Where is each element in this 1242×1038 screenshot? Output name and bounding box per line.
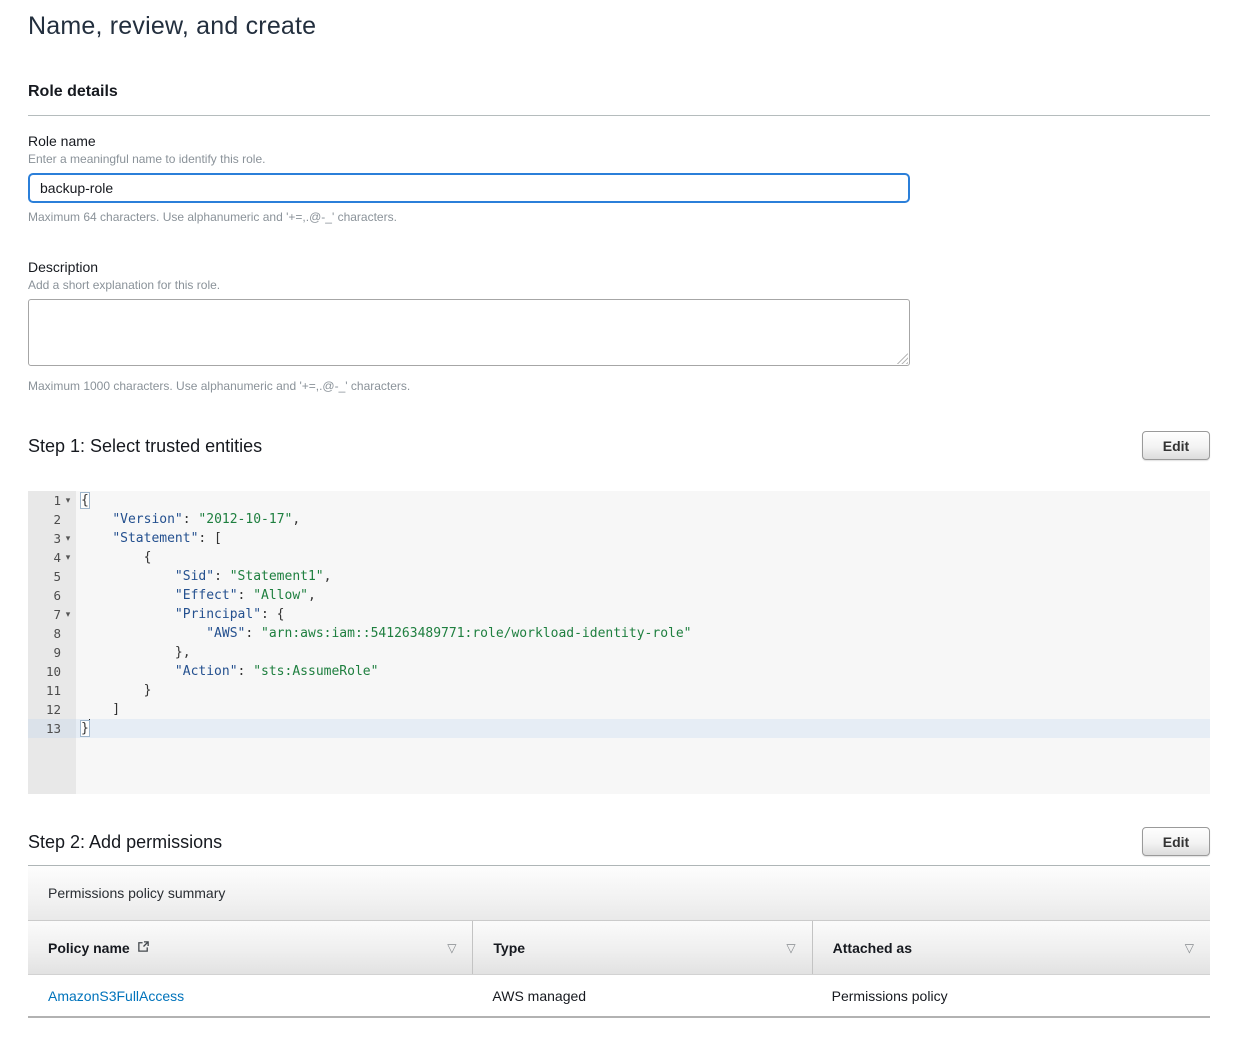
role-name-input[interactable]	[28, 173, 910, 203]
editor-line[interactable]: 4▾ {	[28, 548, 1210, 567]
editor-line[interactable]: 7▾ "Principal": {	[28, 605, 1210, 624]
external-link-icon	[137, 940, 150, 956]
editor-line[interactable]: 3▾ "Statement": [	[28, 529, 1210, 548]
description-label: Description	[28, 259, 1210, 275]
line-number: 8	[28, 624, 76, 643]
trust-policy-json-editor[interactable]: 1▾{2 "Version": "2012-10-17",3▾ "Stateme…	[28, 491, 1210, 794]
fold-arrow-icon[interactable]: ▾	[62, 548, 74, 567]
editor-line[interactable]: 6 "Effect": "Allow",	[28, 586, 1210, 605]
permissions-table: Policy name ▽ Type ▽ Attached	[28, 921, 1210, 1018]
editor-code-text[interactable]: "Effect": "Allow",	[76, 586, 1210, 605]
step1-edit-button[interactable]: Edit	[1142, 431, 1210, 460]
gutter-area	[28, 738, 76, 794]
step2-header: Step 2: Add permissions Edit	[28, 827, 1210, 856]
column-header-policy-name: Policy name ▽	[28, 921, 472, 974]
editor-code-text[interactable]: ]	[76, 700, 1210, 719]
editor-code-text[interactable]: "Sid": "Statement1",	[76, 567, 1210, 586]
line-number: 6	[28, 586, 76, 605]
editor-line[interactable]: 12 ]	[28, 700, 1210, 719]
line-number: 2	[28, 510, 76, 529]
column-label: Type	[493, 940, 525, 956]
line-number: 4▾	[28, 548, 76, 567]
policy-name-cell: AmazonS3FullAccess	[28, 975, 472, 1016]
page-title: Name, review, and create	[28, 12, 1210, 41]
role-name-constraint: Maximum 64 characters. Use alphanumeric …	[28, 210, 1210, 224]
policy-type-cell: AWS managed	[472, 975, 811, 1016]
editor-code-text[interactable]: "Principal": {	[76, 605, 1210, 624]
resize-handle-icon[interactable]	[897, 353, 908, 364]
step2-heading: Step 2: Add permissions	[28, 827, 222, 853]
step2-edit-button[interactable]: Edit	[1142, 827, 1210, 856]
editor-line[interactable]: 13}	[28, 719, 1210, 738]
editor-line[interactable]: 1▾{	[28, 491, 1210, 510]
line-number: 5	[28, 567, 76, 586]
attached-as-cell: Permissions policy	[812, 975, 1210, 1016]
column-label: Policy name	[48, 940, 130, 956]
description-field: Description Add a short explanation for …	[28, 259, 1210, 393]
column-sort-icon[interactable]: ▽	[786, 941, 795, 955]
editor-line[interactable]: 10 "Action": "sts:AssumeRole"	[28, 662, 1210, 681]
line-number: 7▾	[28, 605, 76, 624]
policy-link[interactable]: AmazonS3FullAccess	[48, 988, 184, 1004]
editor-line[interactable]: 8 "AWS": "arn:aws:iam::541263489771:role…	[28, 624, 1210, 643]
column-sort-icon[interactable]: ▽	[1185, 941, 1194, 955]
description-textarea[interactable]	[28, 299, 910, 366]
role-name-field: Role name Enter a meaningful name to ide…	[28, 133, 1210, 224]
column-header-type: Type ▽	[472, 921, 811, 974]
editor-empty-code[interactable]	[76, 738, 1210, 794]
editor-code-text[interactable]: "AWS": "arn:aws:iam::541263489771:role/w…	[76, 624, 1210, 643]
editor-code-text[interactable]: {	[76, 548, 1210, 567]
description-help: Add a short explanation for this role.	[28, 278, 1210, 292]
editor-line[interactable]: 11 }	[28, 681, 1210, 700]
editor-empty-area[interactable]	[28, 738, 1210, 794]
editor-code-text[interactable]: },	[76, 643, 1210, 662]
role-details-heading: Role details	[28, 83, 1210, 101]
fold-arrow-icon[interactable]: ▾	[62, 529, 74, 548]
role-review-page: Name, review, and create Role details Ro…	[0, 0, 1242, 1038]
editor-line[interactable]: 9 },	[28, 643, 1210, 662]
permissions-policy-summary-panel: Permissions policy summary	[28, 866, 1210, 921]
editor-code-text[interactable]: {	[76, 491, 1210, 510]
line-number: 11	[28, 681, 76, 700]
panel-title: Permissions policy summary	[48, 885, 225, 901]
column-sort-icon[interactable]: ▽	[447, 941, 456, 955]
text-cursor	[89, 719, 90, 734]
editor-line[interactable]: 2 "Version": "2012-10-17",	[28, 510, 1210, 529]
column-label: Attached as	[833, 940, 912, 956]
description-constraint: Maximum 1000 characters. Use alphanumeri…	[28, 379, 1210, 393]
section-divider	[28, 115, 1210, 116]
line-number: 12	[28, 700, 76, 719]
column-header-attached-as: Attached as ▽	[812, 921, 1210, 974]
editor-code-text[interactable]: "Action": "sts:AssumeRole"	[76, 662, 1210, 681]
editor-code-text[interactable]: "Statement": [	[76, 529, 1210, 548]
step1-header: Step 1: Select trusted entities Edit	[28, 431, 1210, 460]
line-number: 13	[28, 719, 76, 738]
line-number: 9	[28, 643, 76, 662]
role-name-label: Role name	[28, 133, 1210, 149]
fold-arrow-icon[interactable]: ▾	[62, 605, 74, 624]
editor-line[interactable]: 5 "Sid": "Statement1",	[28, 567, 1210, 586]
role-name-help: Enter a meaningful name to identify this…	[28, 152, 1210, 166]
line-number: 10	[28, 662, 76, 681]
line-number: 3▾	[28, 529, 76, 548]
step1-heading: Step 1: Select trusted entities	[28, 431, 262, 457]
table-row: AmazonS3FullAccess AWS managed Permissio…	[28, 975, 1210, 1018]
fold-arrow-icon[interactable]: ▾	[62, 491, 74, 510]
table-header-row: Policy name ▽ Type ▽ Attached	[28, 921, 1210, 975]
editor-code-text[interactable]: }	[76, 681, 1210, 700]
line-number: 1▾	[28, 491, 76, 510]
editor-code-text[interactable]: }	[76, 719, 1210, 738]
editor-code-text[interactable]: "Version": "2012-10-17",	[76, 510, 1210, 529]
